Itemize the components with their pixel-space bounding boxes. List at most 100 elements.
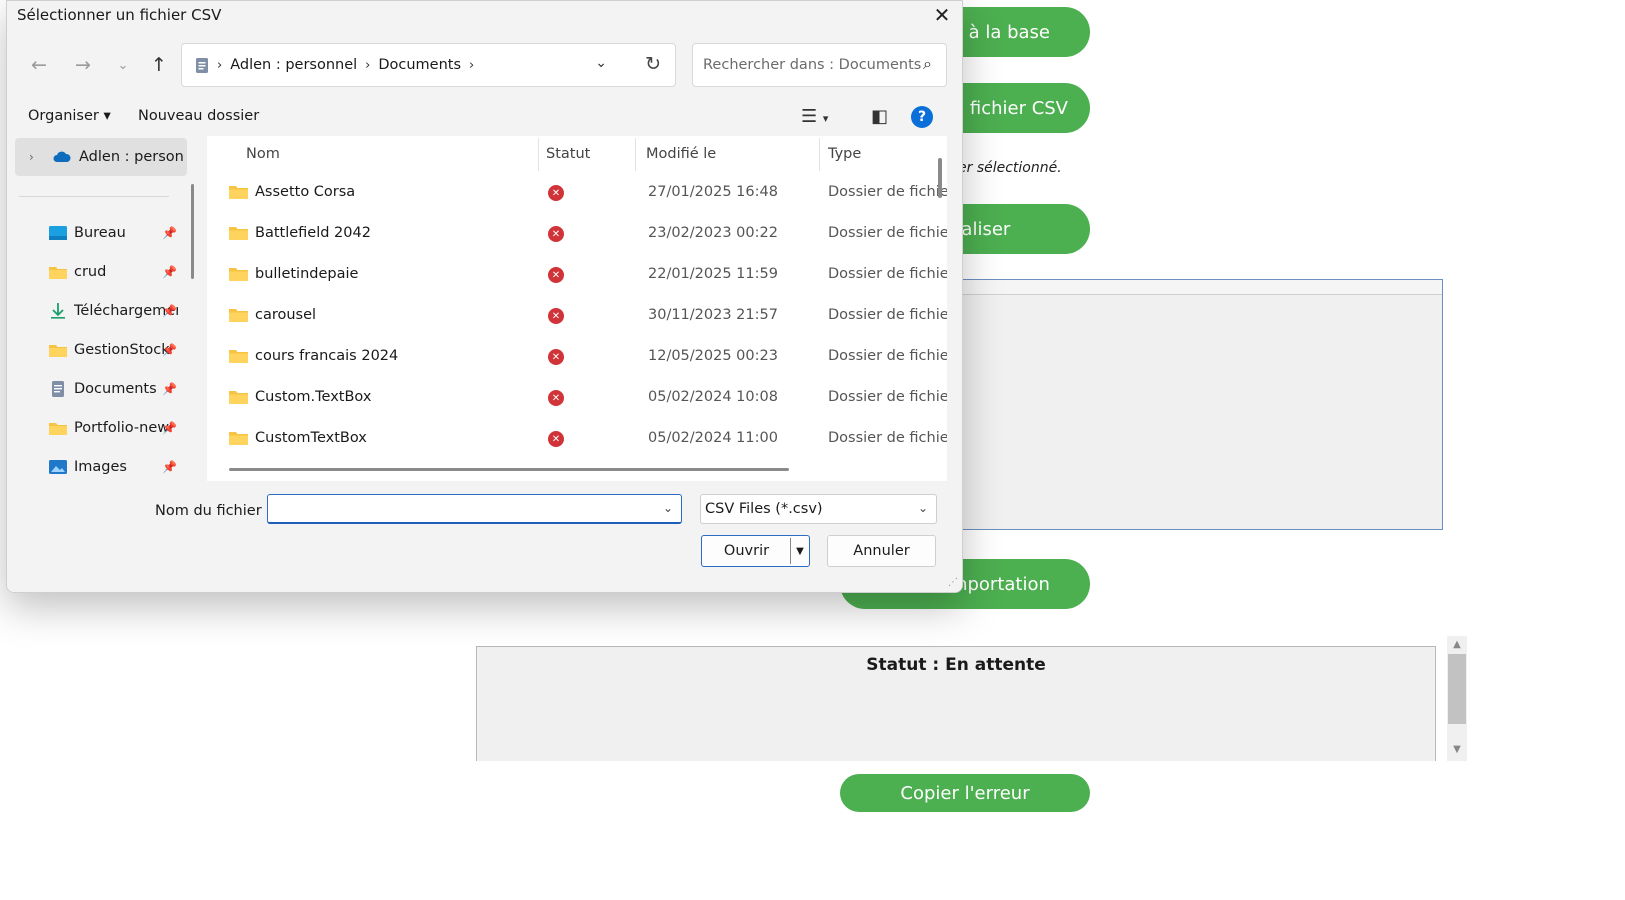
cancel-button[interactable]: Annuler bbox=[827, 535, 936, 567]
up-arrow-icon[interactable]: ↑ bbox=[145, 51, 173, 79]
pin-icon: 📌 bbox=[162, 421, 177, 435]
breadcrumb-item[interactable]: Adlen : personnel bbox=[230, 57, 357, 73]
nav-item-bureau[interactable]: Bureau 📌 bbox=[7, 214, 182, 252]
file-row[interactable]: cours francais 2024 ✕ 12/05/2025 00:23 D… bbox=[207, 337, 947, 378]
nav-item-gestionstock[interactable]: GestionStock 📌 bbox=[7, 331, 182, 369]
scroll-down-icon[interactable]: ▼ bbox=[1447, 741, 1467, 759]
folder-icon bbox=[229, 391, 248, 404]
new-folder-button[interactable]: Nouveau dossier bbox=[138, 108, 259, 124]
copy-error-button[interactable]: Copier l'erreur bbox=[840, 774, 1090, 812]
preview-pane-icon[interactable]: ◧ bbox=[871, 106, 888, 127]
address-dropdown-icon[interactable]: ⌄ bbox=[595, 55, 607, 71]
file-name: bulletindepaie bbox=[255, 266, 359, 282]
column-divider[interactable] bbox=[635, 138, 636, 171]
breadcrumb-chevron-icon: › bbox=[217, 57, 223, 73]
csv-preview-grid[interactable] bbox=[940, 279, 1443, 530]
sync-error-icon: ✕ bbox=[548, 267, 564, 283]
documents-icon bbox=[52, 381, 64, 397]
open-split-dropdown-icon[interactable]: ▼ bbox=[790, 538, 809, 564]
file-row[interactable]: Assetto Corsa ✕ 27/01/2025 16:48 Dossier… bbox=[207, 173, 947, 214]
column-header-status[interactable]: Statut bbox=[546, 146, 590, 162]
file-name: Assetto Corsa bbox=[255, 184, 356, 200]
file-status-text: er sélectionné. bbox=[958, 160, 1062, 176]
nav-item-onedrive[interactable]: › Adlen : personnel bbox=[15, 138, 187, 176]
sync-error-icon: ✕ bbox=[548, 226, 564, 242]
address-bar[interactable]: › Adlen : personnel › Documents › ⌄ ↻ bbox=[181, 43, 676, 87]
file-type: Dossier de fichiers bbox=[828, 184, 947, 200]
nav-item-downloads[interactable]: Téléchargements 📌 bbox=[7, 292, 182, 330]
status-panel: Statut : En attente bbox=[476, 646, 1436, 761]
nav-item-crud[interactable]: crud 📌 bbox=[7, 253, 182, 291]
column-header-row: ^ Nom Statut Modifié le Type bbox=[207, 136, 947, 173]
file-date: 05/02/2024 10:08 bbox=[648, 389, 778, 405]
nav-divider bbox=[19, 196, 169, 197]
recent-locations-icon[interactable]: ⌄ bbox=[109, 51, 137, 79]
pin-icon: 📌 bbox=[162, 382, 177, 396]
breadcrumb-item[interactable]: Documents bbox=[378, 57, 461, 73]
command-bar: Organiser ▾ Nouveau dossier ☰ ▾ ◧ ? bbox=[7, 99, 962, 135]
file-row[interactable]: carousel ✕ 30/11/2023 21:57 Dossier de f… bbox=[207, 296, 947, 337]
folder-icon bbox=[229, 186, 248, 199]
view-options-icon[interactable]: ☰ ▾ bbox=[801, 106, 828, 127]
file-row[interactable]: CustomTextBox ✕ 05/02/2024 11:00 Dossier… bbox=[207, 419, 947, 460]
filetype-value: CSV Files (*.csv) bbox=[705, 501, 823, 517]
folder-icon bbox=[229, 350, 248, 363]
scroll-thumb[interactable] bbox=[1448, 654, 1466, 724]
file-date: 05/02/2024 11:00 bbox=[648, 430, 778, 446]
forward-arrow-icon[interactable]: → bbox=[69, 51, 97, 79]
file-row[interactable]: Battlefield 2042 ✕ 23/02/2023 00:22 Doss… bbox=[207, 214, 947, 255]
images-icon bbox=[49, 460, 67, 474]
open-button[interactable]: Ouvrir ▼ bbox=[701, 535, 810, 567]
open-button-label: Ouvrir bbox=[723, 543, 770, 559]
file-name: carousel bbox=[255, 307, 317, 323]
dialog-title: Sélectionner un fichier CSV bbox=[17, 6, 222, 24]
horizontal-scrollbar[interactable] bbox=[229, 468, 789, 471]
back-arrow-icon[interactable]: ← bbox=[25, 51, 53, 79]
sort-ascending-icon: ^ bbox=[392, 136, 401, 143]
vertical-scrollbar[interactable] bbox=[938, 158, 942, 198]
file-name: cours francais 2024 bbox=[255, 348, 399, 364]
status-scrollbar[interactable]: ▲ ▼ bbox=[1447, 636, 1467, 761]
file-type: Dossier de fichiers bbox=[828, 225, 947, 241]
refresh-icon[interactable]: ↻ bbox=[645, 53, 661, 75]
nav-scrollbar[interactable] bbox=[191, 184, 194, 279]
navigation-pane: › Adlen : personnel Bureau 📌 crud 📌 Télé… bbox=[7, 136, 197, 481]
filename-input[interactable]: ⌄ bbox=[267, 494, 682, 524]
pin-icon: 📌 bbox=[162, 265, 177, 279]
cloud-icon bbox=[53, 151, 71, 162]
file-row[interactable]: Custom.TextBox ✕ 05/02/2024 10:08 Dossie… bbox=[207, 378, 947, 419]
column-header-modified[interactable]: Modifié le bbox=[646, 146, 716, 162]
folder-icon bbox=[229, 268, 248, 281]
search-input[interactable]: Rechercher dans : Documents ⌕ bbox=[692, 43, 947, 87]
organize-menu[interactable]: Organiser ▾ bbox=[28, 108, 111, 124]
pin-icon: 📌 bbox=[162, 226, 177, 240]
file-type: Dossier de fichiers bbox=[828, 430, 947, 446]
close-icon[interactable]: ✕ bbox=[922, 1, 962, 29]
chevron-down-icon[interactable]: ⌄ bbox=[663, 501, 673, 515]
breadcrumb-chevron-icon[interactable]: › bbox=[469, 58, 474, 73]
nav-item-documents[interactable]: Documents 📌 bbox=[7, 370, 182, 408]
dialog-footer: Nom du fichier : ⌄ CSV Files (*.csv) ⌄ O… bbox=[7, 481, 962, 592]
column-divider[interactable] bbox=[819, 138, 820, 171]
resize-grip-icon[interactable]: ⋰ bbox=[948, 577, 958, 588]
help-icon[interactable]: ? bbox=[911, 106, 933, 128]
chevron-down-icon[interactable]: ⌄ bbox=[918, 501, 928, 515]
file-date: 23/02/2023 00:22 bbox=[648, 225, 778, 241]
expand-chevron-icon[interactable]: › bbox=[29, 150, 34, 164]
search-placeholder: Rechercher dans : Documents bbox=[703, 57, 922, 73]
column-header-type[interactable]: Type bbox=[828, 146, 861, 162]
column-header-name[interactable]: Nom bbox=[246, 146, 280, 162]
search-icon[interactable]: ⌕ bbox=[923, 54, 932, 74]
nav-item-portfolio[interactable]: Portfolio-new 📌 bbox=[7, 409, 182, 447]
folder-icon bbox=[49, 267, 67, 279]
dialog-body: › Adlen : personnel Bureau 📌 crud 📌 Télé… bbox=[7, 136, 962, 481]
nav-item-images[interactable]: Images 📌 bbox=[7, 448, 182, 481]
status-text: Statut : En attente bbox=[866, 655, 1046, 675]
filetype-select[interactable]: CSV Files (*.csv) ⌄ bbox=[700, 494, 937, 524]
column-divider[interactable] bbox=[538, 138, 539, 171]
file-row[interactable]: bulletindepaie ✕ 22/01/2025 11:59 Dossie… bbox=[207, 255, 947, 296]
file-name: Battlefield 2042 bbox=[255, 225, 371, 241]
scroll-up-icon[interactable]: ▲ bbox=[1447, 636, 1467, 654]
download-icon bbox=[51, 303, 65, 319]
file-open-dialog: Sélectionner un fichier CSV ✕ ← → ⌄ ↑ › … bbox=[6, 0, 963, 593]
